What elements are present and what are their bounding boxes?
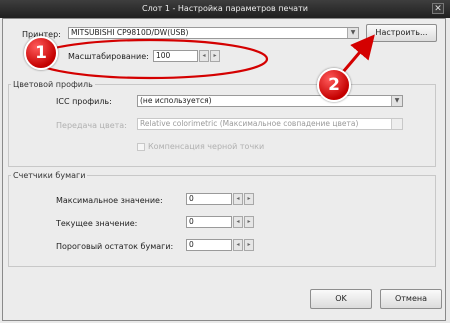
annotation-badge-1: 1 (24, 36, 58, 70)
highlight-ellipse (31, 38, 269, 80)
annotation-overlay (31, 34, 375, 80)
arrow-to-configure (341, 34, 375, 73)
annotation-badge-2: 2 (317, 68, 351, 102)
